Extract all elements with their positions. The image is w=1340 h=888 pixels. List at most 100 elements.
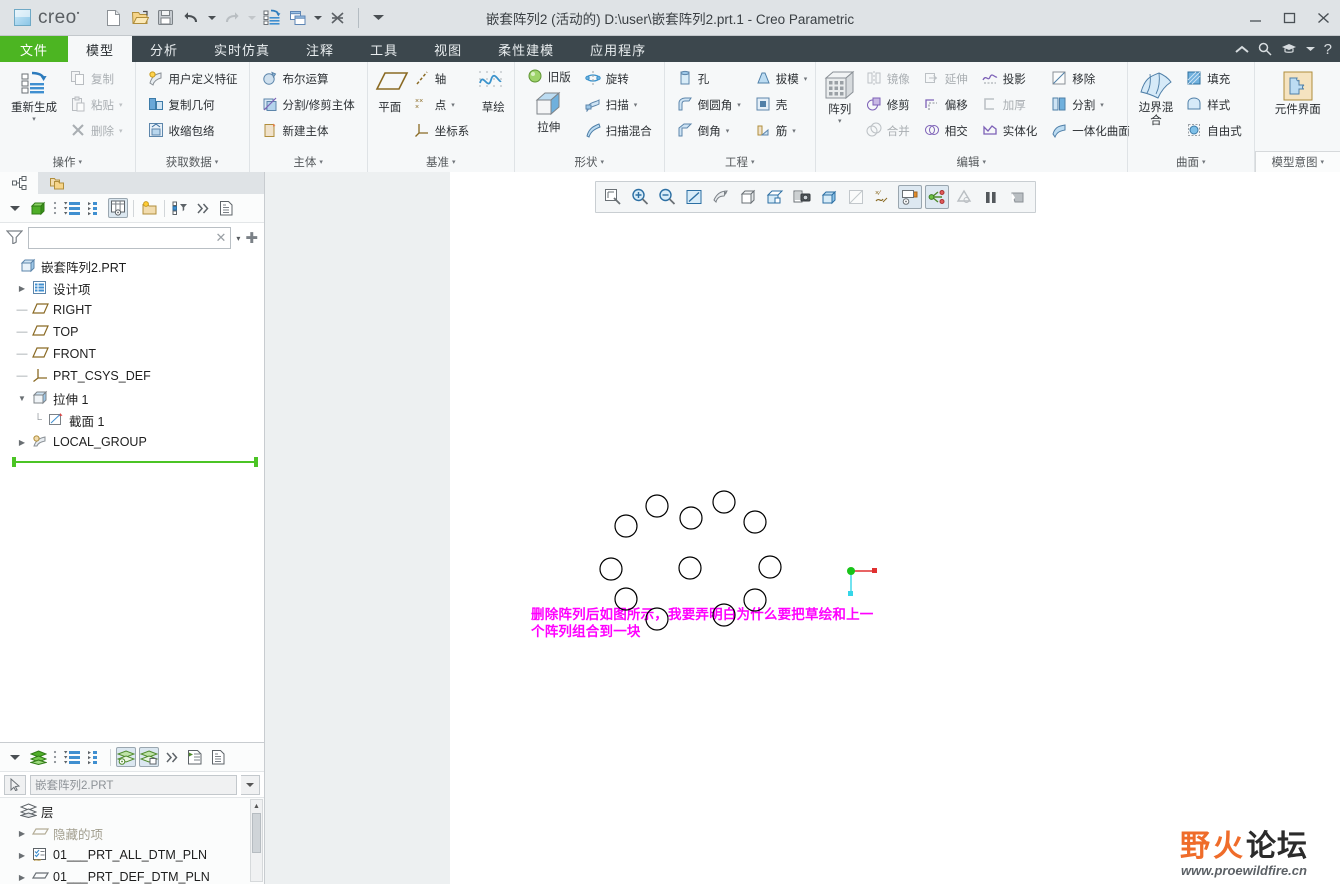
- search-text-field[interactable]: [33, 231, 216, 245]
- copy-geometry-button[interactable]: 复制几何: [142, 92, 244, 117]
- chevron-down-icon[interactable]: ▾: [804, 75, 808, 83]
- pause-button[interactable]: [979, 185, 1003, 209]
- layer-hide-button[interactable]: [139, 747, 159, 767]
- group-label-engineering[interactable]: 工程 ▾: [665, 151, 815, 172]
- shell-button[interactable]: 壳: [749, 92, 814, 117]
- unified-surface-button[interactable]: 一体化曲面: [1045, 118, 1136, 143]
- chevron-down-icon[interactable]: ▾: [451, 101, 455, 109]
- tree-report-button[interactable]: [216, 198, 236, 218]
- layers-icon[interactable]: [28, 747, 48, 767]
- tab-tools[interactable]: 工具: [352, 36, 416, 62]
- remove-button[interactable]: 移除: [1045, 66, 1136, 91]
- group-label-model-intent[interactable]: 模型意图 ▾: [1254, 151, 1340, 172]
- layer-root-item[interactable]: 层: [4, 800, 264, 822]
- minimize-button[interactable]: [1238, 3, 1272, 33]
- chevron-down-icon[interactable]: ▾: [119, 101, 123, 109]
- group-label-body[interactable]: 主体 ▾: [250, 151, 367, 172]
- redo-button[interactable]: [220, 6, 244, 30]
- tree-item-extrude-1[interactable]: ▼ 拉伸 1: [4, 387, 264, 409]
- copy-button[interactable]: 复制: [64, 66, 129, 91]
- boundary-blend-big-button[interactable]: 边界混合: [1134, 66, 1179, 129]
- tab-view[interactable]: 视图: [416, 36, 480, 62]
- layer-scrollbar[interactable]: ▲: [250, 799, 263, 882]
- tab-annotate[interactable]: 注释: [288, 36, 352, 62]
- group-label-get-data[interactable]: 获取数据 ▾: [136, 151, 249, 172]
- view-manager-button[interactable]: [763, 185, 787, 209]
- datum-axis-button[interactable]: 轴: [408, 66, 476, 91]
- datum-display-button[interactable]: ×∕: [871, 185, 895, 209]
- tree-expander[interactable]: ▶: [16, 438, 28, 447]
- maximize-button[interactable]: [1272, 3, 1306, 33]
- component-interface-big-button[interactable]: 元件界面: [1261, 66, 1335, 118]
- tree-expander[interactable]: ▶: [16, 284, 28, 293]
- tab-live-simulation[interactable]: 实时仿真: [196, 36, 288, 62]
- model-tree-search-input[interactable]: ✕: [28, 227, 232, 249]
- tree-filter-button[interactable]: [170, 198, 190, 218]
- offset-button[interactable]: 偏移: [918, 92, 974, 117]
- tree-expander[interactable]: ▶: [16, 829, 28, 838]
- datum-plane-big-button[interactable]: 平面: [374, 66, 409, 116]
- annotation-display-button[interactable]: [898, 185, 922, 209]
- layer-owner-dropdown[interactable]: [241, 774, 260, 795]
- arrow-cursor-icon[interactable]: [4, 774, 26, 795]
- tree-item-part[interactable]: 嵌套阵列2.PRT: [4, 255, 264, 277]
- chamfer-button[interactable]: 倒角 ▾: [671, 118, 747, 143]
- mirror-button[interactable]: 镜像: [860, 66, 916, 91]
- layer-overflow-button[interactable]: [162, 747, 182, 767]
- project-button[interactable]: 投影: [976, 66, 1044, 91]
- fill-button[interactable]: 填充: [1180, 66, 1248, 91]
- layer-report-button[interactable]: [208, 747, 228, 767]
- layer-props-button[interactable]: [185, 747, 205, 767]
- draft-button[interactable]: 拔模 ▾: [749, 66, 814, 91]
- tab-flexible-modeling[interactable]: 柔性建模: [480, 36, 572, 62]
- clear-icon[interactable]: ✕: [216, 230, 227, 246]
- zoom-out-button[interactable]: [655, 185, 679, 209]
- chevron-down-icon[interactable]: ▾: [792, 127, 796, 135]
- sketch-big-button[interactable]: 草绘: [477, 66, 509, 116]
- chevron-down-icon[interactable]: ▾: [838, 118, 842, 125]
- tree-item-csys[interactable]: — PRT_CSYS_DEF: [4, 365, 264, 387]
- appearance-button[interactable]: [952, 185, 976, 209]
- resume-button[interactable]: [1006, 185, 1030, 209]
- saved-views-button[interactable]: [736, 185, 760, 209]
- tree-expander[interactable]: ▼: [16, 394, 28, 403]
- tree-settings-caret[interactable]: [5, 198, 25, 218]
- layer-more-icon[interactable]: [51, 747, 59, 767]
- chevron-down-icon[interactable]: ▾: [737, 101, 741, 109]
- intersect-button[interactable]: 相交: [918, 118, 974, 143]
- swept-blend-button[interactable]: 扫描混合: [579, 118, 658, 143]
- zoom-area-button[interactable]: [601, 185, 625, 209]
- reorient-button[interactable]: [709, 185, 733, 209]
- revolve-button[interactable]: 旋转: [579, 66, 658, 91]
- layer-item-hidden[interactable]: ▶ 隐藏的项: [4, 822, 264, 844]
- sweep-button[interactable]: 扫描 ▾: [579, 92, 658, 117]
- tree-columns-button[interactable]: [108, 198, 128, 218]
- group-label-editing[interactable]: 编辑 ▾: [816, 151, 1127, 172]
- group-label-datum[interactable]: 基准 ▾: [368, 151, 514, 172]
- scroll-up-arrow[interactable]: ▲: [251, 800, 262, 813]
- layer-collapse-button[interactable]: [85, 747, 105, 767]
- folder-browser-tab[interactable]: [38, 172, 76, 194]
- customize-qat-button[interactable]: [367, 6, 391, 30]
- scroll-thumb[interactable]: [252, 813, 261, 853]
- boolean-button[interactable]: 布尔运算: [256, 66, 361, 91]
- display-style-button[interactable]: [817, 185, 841, 209]
- layer-display-button[interactable]: [116, 747, 136, 767]
- coordinate-system-button[interactable]: 坐标系: [408, 118, 476, 143]
- chevron-down-icon[interactable]: ▾: [119, 127, 123, 135]
- open-file-button[interactable]: [128, 6, 152, 30]
- folder-settings-button[interactable]: [139, 198, 159, 218]
- tree-expander[interactable]: ▶: [16, 851, 28, 860]
- learning-icon[interactable]: [1281, 43, 1297, 55]
- hole-button[interactable]: 孔: [671, 66, 747, 91]
- tree-item-local-group[interactable]: ▶ LOCAL_GROUP: [4, 431, 264, 453]
- window-switch-dropdown[interactable]: [312, 6, 324, 30]
- paste-button[interactable]: 粘贴 ▾: [64, 92, 129, 117]
- tree-item-top[interactable]: — TOP: [4, 321, 264, 343]
- collapse-all-button[interactable]: [85, 198, 105, 218]
- expand-all-button[interactable]: [62, 198, 82, 218]
- new-body-button[interactable]: 新建主体: [256, 118, 361, 143]
- window-switch-button[interactable]: [286, 6, 310, 30]
- delete-button[interactable]: 删除 ▾: [64, 118, 129, 143]
- split-surface-button[interactable]: 分割 ▾: [1045, 92, 1136, 117]
